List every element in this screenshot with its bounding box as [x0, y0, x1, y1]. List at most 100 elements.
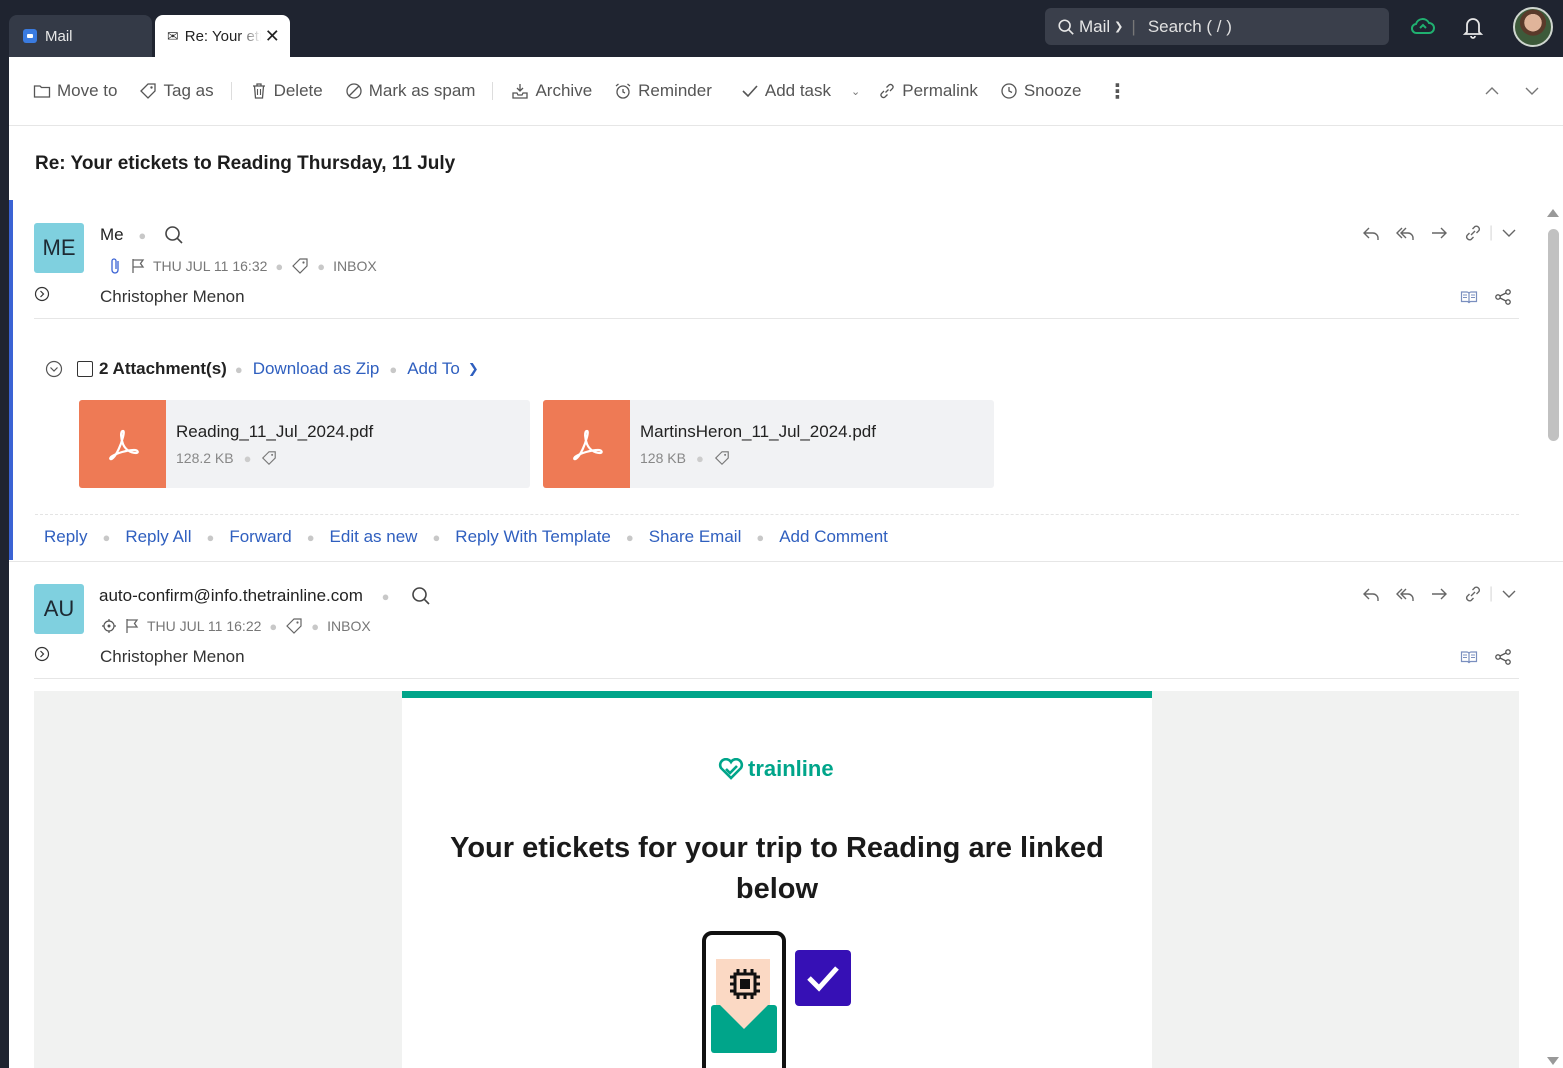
previous-email-icon[interactable] [1483, 57, 1507, 126]
forward-icon[interactable] [1429, 223, 1449, 243]
tab-email-thread[interactable]: ✉ Re: Your etickets ✕ [155, 15, 290, 57]
divider [9, 561, 1563, 562]
checkmark-icon [742, 85, 758, 98]
message-date: THU JUL 11 16:22 [147, 618, 262, 634]
chevron-down-icon[interactable] [1499, 223, 1519, 243]
tag-as-button[interactable]: Tag as [139, 57, 214, 126]
tag-icon [140, 83, 157, 99]
email-headline: Your etickets for your trip to Reading a… [450, 832, 1104, 905]
cloud-sync-icon[interactable] [1410, 14, 1436, 40]
reply-all-icon[interactable] [1395, 584, 1415, 604]
next-email-icon[interactable] [1523, 57, 1547, 126]
separator-dot: ● [756, 529, 765, 545]
download-as-zip-link[interactable]: Download as Zip [253, 359, 380, 379]
snooze-label: Snooze [1023, 81, 1082, 100]
separator-dot: ● [381, 589, 390, 604]
sender-name[interactable]: Me ● [100, 225, 156, 245]
link-icon[interactable] [1463, 584, 1483, 604]
search-input[interactable]: Search ( / ) [1148, 17, 1232, 37]
add-task-button[interactable]: Add task [741, 57, 831, 126]
email-body-content: trainline Your etickets for your trip to… [402, 691, 1152, 1068]
sender-avatar[interactable]: AU [34, 584, 84, 634]
flag-icon[interactable] [125, 618, 139, 634]
chevron-down-icon[interactable] [1499, 584, 1519, 604]
select-all-attachments-checkbox[interactable] [77, 361, 93, 377]
archive-button[interactable]: Archive [511, 57, 592, 126]
permalink-button[interactable]: Permalink [878, 57, 978, 126]
separator-dot: ● [695, 450, 704, 466]
attachment-card[interactable]: Reading_11_Jul_2024.pdf 128.2 KB ● [79, 400, 530, 488]
divider: | [1489, 585, 1494, 602]
check-badge-icon [795, 950, 851, 1006]
notification-bell-icon[interactable] [1461, 14, 1485, 40]
flag-icon[interactable] [131, 258, 145, 274]
add-comment-link[interactable]: Add Comment [779, 527, 888, 547]
scroll-down-arrow[interactable] [1547, 1057, 1559, 1065]
tag-icon[interactable] [261, 450, 277, 466]
chevron-right-icon[interactable]: ❯ [468, 361, 479, 377]
user-avatar[interactable] [1513, 7, 1553, 47]
link-icon[interactable] [1463, 223, 1483, 243]
attachment-file-size: 128.2 KB [176, 450, 234, 466]
reminder-button[interactable]: Reminder [614, 57, 712, 126]
chevron-down-icon[interactable]: ❯ [1114, 20, 1123, 33]
divider [34, 318, 1519, 319]
recipient-name[interactable]: Christopher Menon [100, 647, 245, 667]
tag-icon[interactable] [285, 617, 303, 635]
move-to-button[interactable]: Move to [33, 57, 117, 126]
reply-all-link[interactable]: Reply All [125, 527, 191, 547]
reply-link[interactable]: Reply [44, 527, 87, 547]
separator-dot: ● [102, 529, 111, 545]
phone-ticket-illustration [702, 931, 786, 1068]
divider [34, 678, 1519, 679]
reply-icon[interactable] [1361, 584, 1381, 604]
snooze-button[interactable]: Snooze [1000, 57, 1082, 126]
reading-mode-icon[interactable] [1460, 288, 1478, 306]
forward-icon[interactable] [1429, 584, 1449, 604]
target-icon[interactable] [101, 618, 117, 634]
delete-button[interactable]: Delete [250, 57, 323, 126]
collapse-attachments-icon[interactable] [45, 360, 63, 378]
sender-name-text: Me [100, 225, 124, 244]
trainline-logo[interactable]: trainline [718, 756, 834, 782]
message-folder[interactable]: INBOX [327, 618, 371, 634]
close-tab-icon[interactable]: ✕ [265, 26, 280, 47]
share-icon[interactable] [1494, 648, 1512, 666]
search-scope-select[interactable]: Mail [1079, 17, 1110, 37]
add-to-link[interactable]: Add To [407, 359, 460, 379]
reply-icon[interactable] [1361, 223, 1381, 243]
attachments-bar: 2 Attachment(s) ● Download as Zip ● Add … [45, 359, 489, 379]
clock-icon [1001, 83, 1017, 99]
expand-recipients-icon[interactable] [34, 286, 50, 302]
search-sender-icon[interactable] [411, 586, 431, 606]
share-email-link[interactable]: Share Email [649, 527, 742, 547]
message-actions: | [1361, 584, 1519, 604]
heart-check-icon [718, 758, 744, 780]
expand-recipients-icon[interactable] [34, 646, 50, 662]
add-task-dropdown[interactable]: ⌄ [851, 57, 860, 126]
attachment-card[interactable]: MartinsHeron_11_Jul_2024.pdf 128 KB ● [543, 400, 994, 488]
edit-as-new-link[interactable]: Edit as new [330, 527, 418, 547]
forward-link[interactable]: Forward [229, 527, 291, 547]
scrollbar-thumb[interactable] [1548, 229, 1559, 441]
search-bar[interactable]: Mail ❯ | Search ( / ) [1045, 8, 1389, 45]
reply-with-template-link[interactable]: Reply With Template [455, 527, 611, 547]
separator-dot: ● [234, 361, 243, 377]
divider: | [1489, 224, 1494, 241]
recipient-name[interactable]: Christopher Menon [100, 287, 245, 307]
reading-mode-icon[interactable] [1460, 648, 1478, 666]
more-options-icon[interactable]: ⋮ [1108, 57, 1128, 126]
tag-icon[interactable] [714, 450, 730, 466]
scroll-up-arrow[interactable] [1547, 209, 1559, 217]
sender-name[interactable]: auto-confirm@info.thetrainline.com ● [99, 586, 399, 606]
mark-as-spam-button[interactable]: Mark as spam [345, 57, 475, 126]
reply-all-icon[interactable] [1395, 223, 1415, 243]
search-sender-icon[interactable] [164, 225, 184, 245]
message-folder[interactable]: INBOX [333, 258, 377, 274]
tab-mail[interactable]: Mail [9, 15, 152, 57]
share-icon[interactable] [1494, 288, 1512, 306]
tag-icon[interactable] [291, 257, 309, 275]
top-bar: Mail ✉ Re: Your etickets ✕ Mail ❯ | Sear… [0, 0, 1563, 57]
sender-avatar[interactable]: ME [34, 223, 84, 273]
envelope-icon [711, 1005, 777, 1053]
